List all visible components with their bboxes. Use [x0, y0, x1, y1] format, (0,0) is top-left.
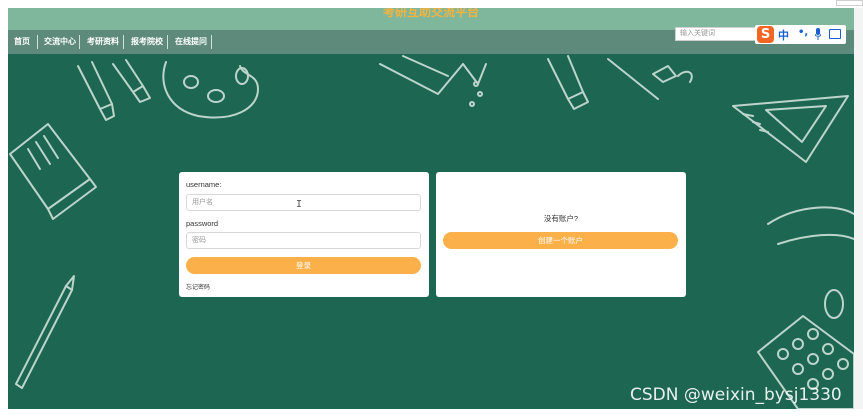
nav-item-exchange[interactable]: 交流中心 — [44, 35, 76, 49]
sogou-logo-icon[interactable]: S — [757, 26, 774, 43]
nav-divider — [79, 35, 80, 49]
page-scrollbar[interactable] — [854, 8, 863, 409]
nav-divider — [211, 35, 212, 49]
create-account-button[interactable]: 创建一个账户 — [443, 232, 678, 249]
password-input[interactable]: 密码 — [186, 232, 421, 249]
nav-item-materials[interactable]: 考研资料 — [87, 35, 119, 49]
nav-divider — [123, 35, 124, 49]
browser-corner-box — [836, 0, 863, 6]
no-account-text: 没有账户? — [543, 214, 579, 223]
ime-chinese-mode-toggle[interactable]: 中 — [778, 27, 789, 43]
page-frame: 考研互助交流平台 首页 交流中心 考研资料 报考院校 在线提问 username… — [8, 8, 854, 409]
username-label: username: — [186, 180, 222, 189]
nav-item-schools[interactable]: 报考院校 — [131, 35, 163, 49]
csdn-watermark: CSDN @weixin_bysj1330 — [630, 385, 842, 405]
username-input[interactable]: 用户名 — [186, 194, 421, 211]
site-title: 考研互助交流平台 — [382, 8, 479, 19]
microphone-icon[interactable] — [815, 28, 821, 40]
login-card: username: 用户名 I password 密码 登录 忘记密码 — [179, 172, 429, 297]
register-card: 没有账户? 创建一个账户 — [436, 172, 686, 297]
chalk-doodles-illustration — [9, 55, 854, 409]
nav-divider — [167, 35, 168, 49]
text-cursor-icon: I — [296, 199, 303, 210]
search-input[interactable]: 输入关键词 — [675, 27, 757, 41]
nav-divider — [37, 35, 38, 49]
ime-toolbar: S 中 •, — [755, 25, 846, 44]
nav-item-ask[interactable]: 在线提问 — [175, 35, 207, 49]
password-label: password — [186, 219, 219, 228]
login-button[interactable]: 登录 — [186, 257, 421, 274]
ime-punctuation-icon[interactable]: •, — [798, 27, 808, 38]
nav-item-home[interactable]: 首页 — [14, 35, 30, 49]
keyboard-icon[interactable] — [829, 29, 841, 39]
forgot-password-link[interactable]: 忘记密码 — [186, 282, 210, 291]
